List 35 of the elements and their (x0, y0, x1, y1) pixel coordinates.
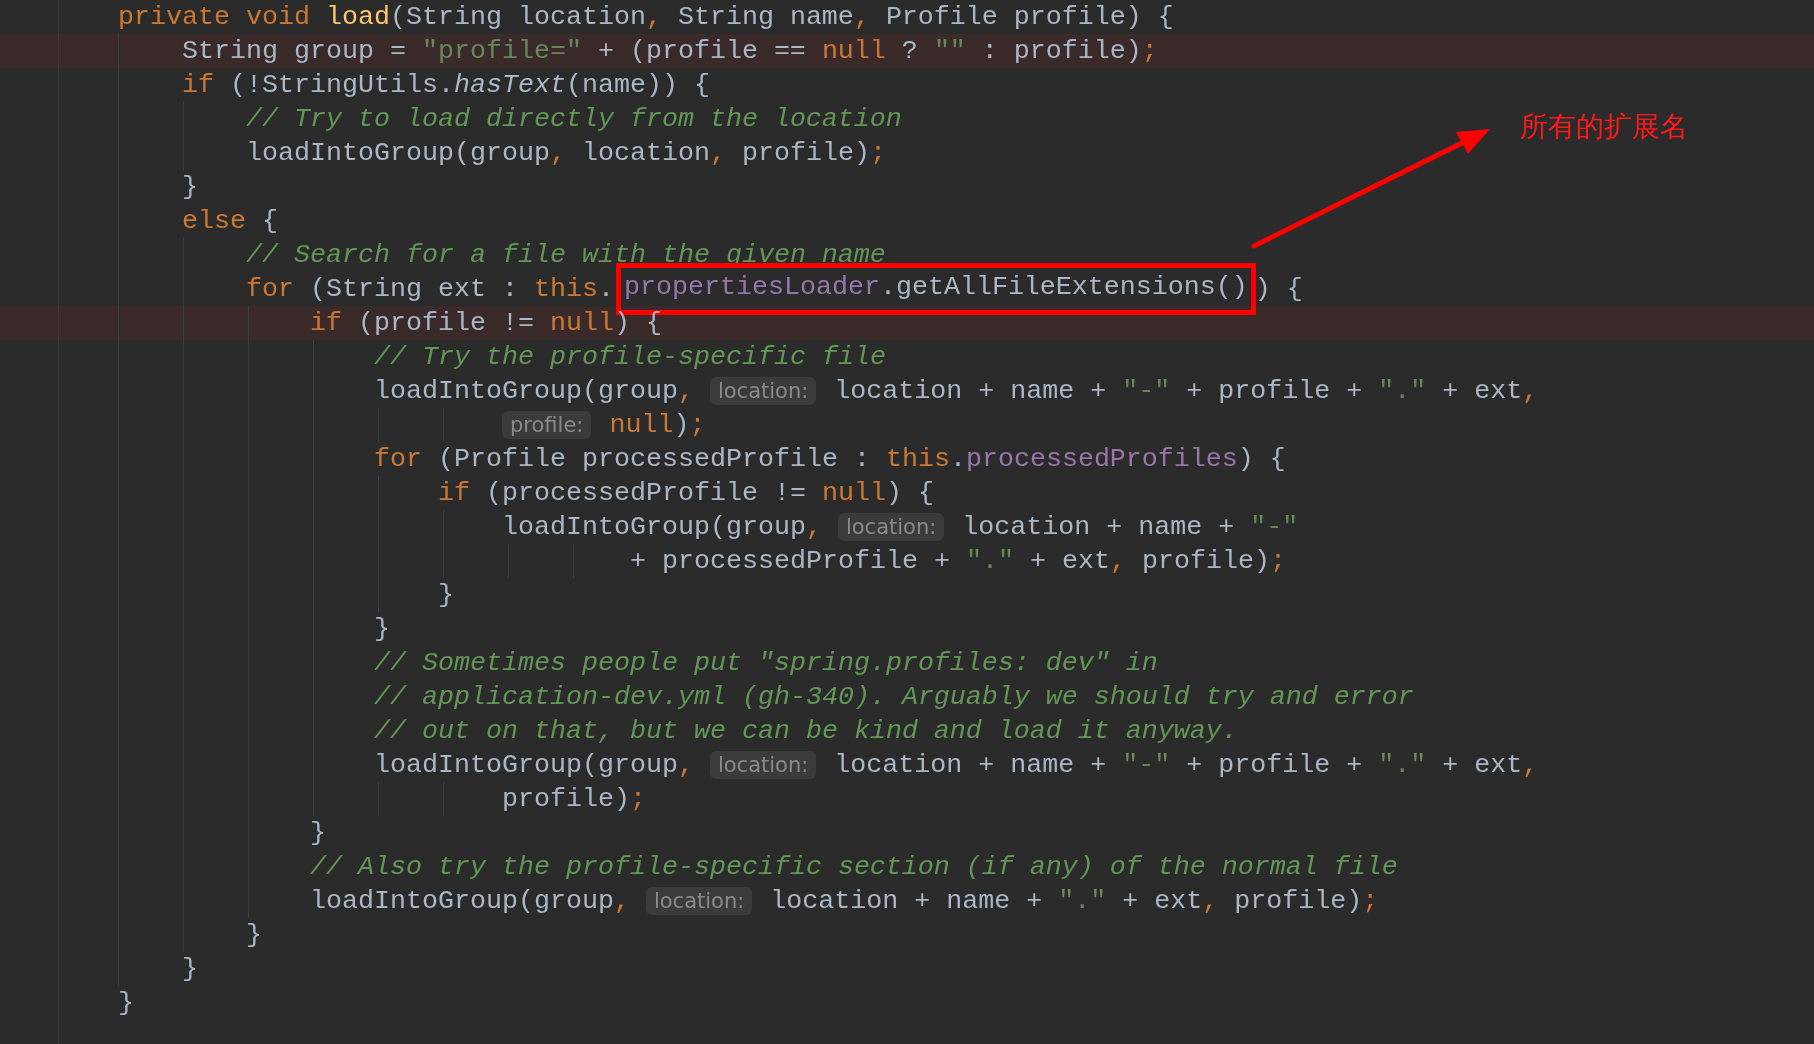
code-text: null); (608, 409, 706, 442)
code-line: + processedProfile + "." + ext, profile); (0, 544, 1814, 578)
code-line: // Also try the profile-specific section (if any) of the normal file (0, 850, 1814, 884)
code-line: } (0, 612, 1814, 646)
parameter-hint: profile: (502, 411, 592, 439)
code-text: location + name + "-" (961, 511, 1299, 544)
code-text: loadIntoGroup(group, (374, 375, 695, 408)
code-line: profile); (0, 782, 1814, 816)
code-line: // out on that, but we can be kind and load it anyway. (0, 714, 1814, 748)
parameter-hint: location: (709, 377, 817, 405)
code-text: loadIntoGroup(group, (310, 885, 631, 918)
parameter-hint: location: (837, 513, 945, 541)
code-line: } (0, 952, 1814, 986)
code-line: else { (0, 204, 1814, 238)
code-text: loadIntoGroup(group, (502, 511, 823, 544)
code-line: // Sometimes people put "spring.profiles: dev" in (0, 646, 1814, 680)
code-line: // Try the profile-specific file (0, 340, 1814, 374)
code-text: location + name + "-" + profile + "." + ext, (833, 749, 1539, 782)
code-line: private void load(String location, String name, Profile profile) { (0, 0, 1814, 34)
parameter-hint: location: (709, 751, 817, 779)
code-text: loadIntoGroup(group, (374, 749, 695, 782)
code-line: } (0, 578, 1814, 612)
parameter-hint: location: (645, 887, 753, 915)
code-text: location + name + "-" + profile + "." + ext, (833, 375, 1539, 408)
code-line: for (Profile processedProfile : this.processedProfiles) { (0, 442, 1814, 476)
code-text: location + name + "." + ext, profile); (769, 885, 1379, 918)
code-line: } (0, 170, 1814, 204)
code-text: ) { (1254, 273, 1303, 306)
code-line: // application-dev.yml (gh-340). Arguably we should try and error (0, 680, 1814, 714)
code-line: if (processedProfile != null) { (0, 476, 1814, 510)
code-text: for (String ext : this. (246, 273, 614, 306)
code-line: } (0, 918, 1814, 952)
code-line: } (0, 816, 1814, 850)
code-line: } (0, 986, 1814, 1020)
code-line: if (!StringUtils.hasText(name)) { (0, 68, 1814, 102)
